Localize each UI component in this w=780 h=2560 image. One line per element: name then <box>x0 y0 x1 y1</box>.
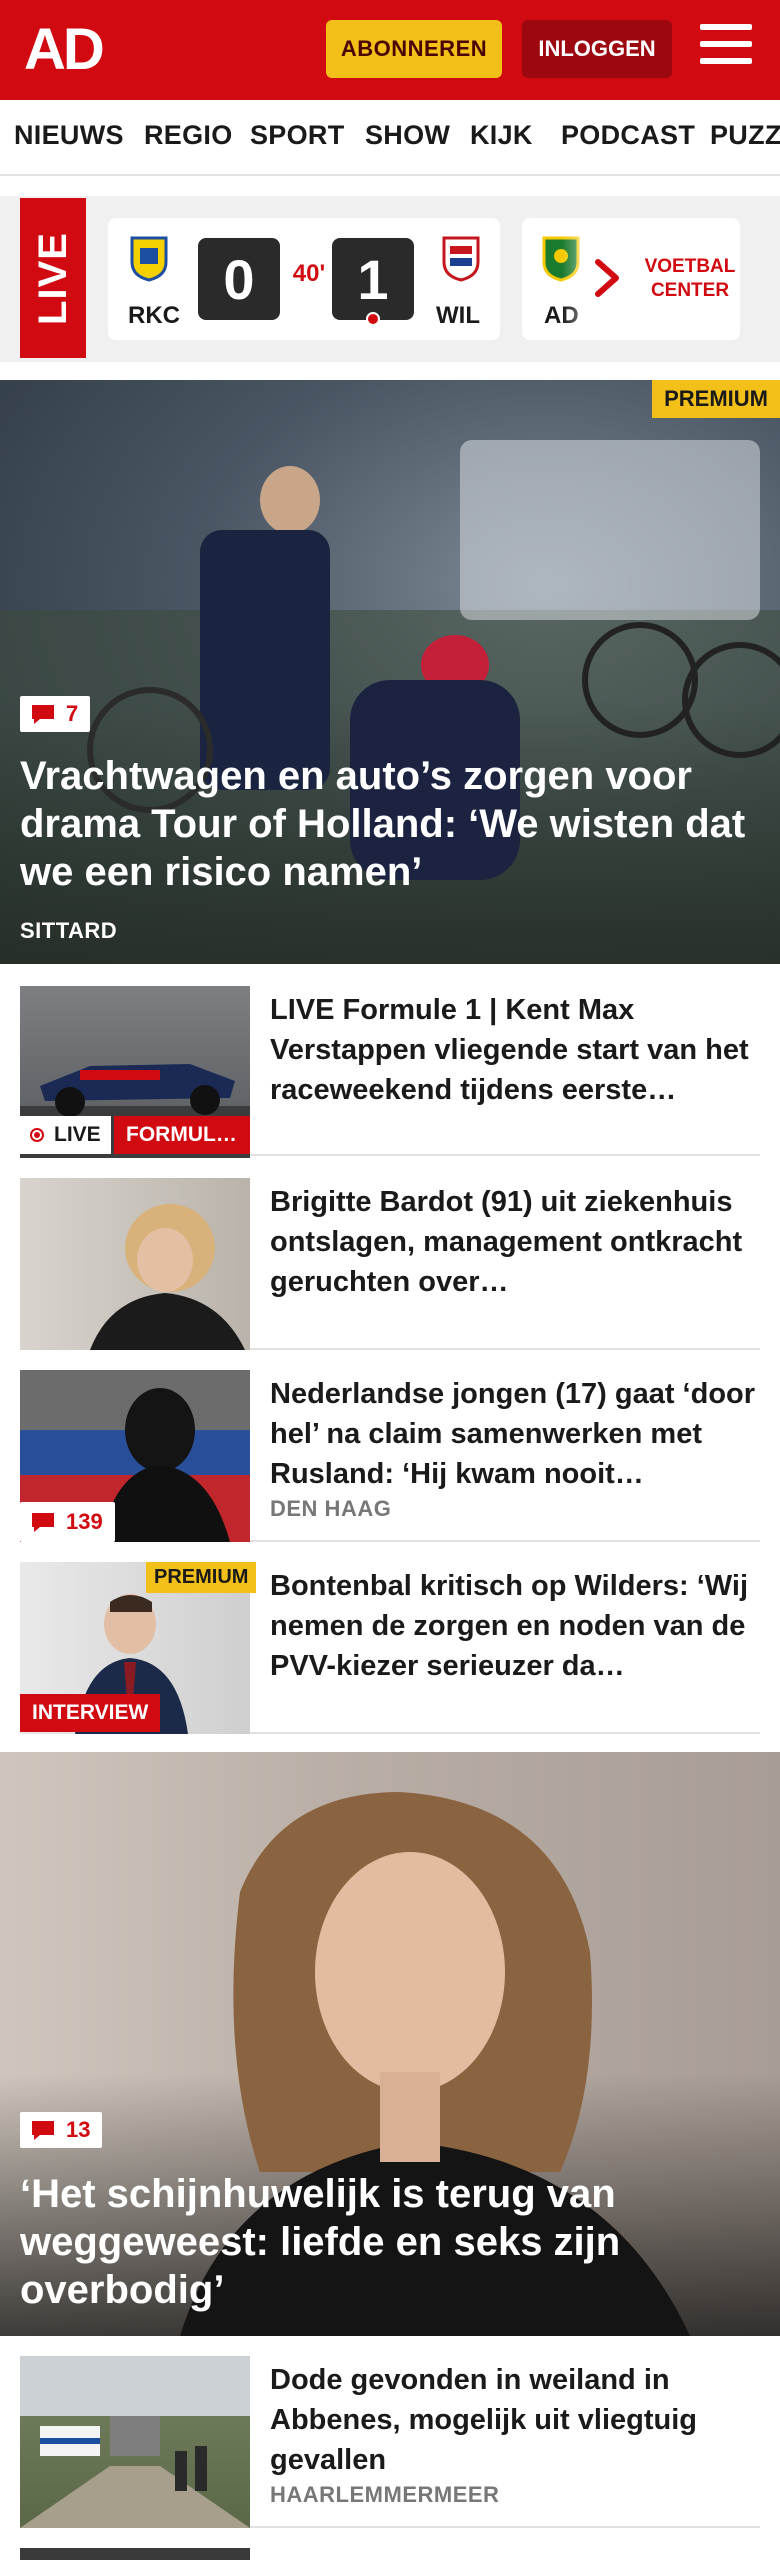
live-badge: LIVE <box>20 1116 111 1154</box>
article-title[interactable]: Dode gevonden in weiland in Abbenes, mog… <box>270 2360 760 2480</box>
comment-count: 7 <box>20 696 91 732</box>
list-item-next-partial[interactable] <box>20 2548 760 2560</box>
section-nav: NIEUWS REGIO SPORT SHOW KIJK PODCAST PUZ… <box>0 100 780 176</box>
comment-count: 13 <box>20 2112 103 2148</box>
list-item-bardot[interactable]: Brigitte Bardot (91) uit ziekenhuis onts… <box>20 1178 760 1350</box>
bardot-portrait-image <box>90 1204 245 1350</box>
nav-item-sport[interactable]: SPORT <box>250 120 345 151</box>
voetbal-center-button[interactable]: VOETBAL CENTER <box>640 218 740 340</box>
nav-item-puzzel[interactable]: PUZZ <box>710 120 780 151</box>
article-location: DEN HAAG <box>270 1496 392 1521</box>
list-item-rusland[interactable]: 139 Nederlandse jongen (17) gaat ‘door h… <box>20 1370 760 1542</box>
live-scores-strip: LIVE RKC 0 40' 1 WIL AD VOETBAL CENTER <box>0 196 780 362</box>
thumb-abbenes <box>20 2356 250 2528</box>
hero-title[interactable]: ‘Het schijnhuwelijk is terug van weggewe… <box>20 2170 760 2314</box>
subscribe-button[interactable]: ABONNEREN <box>326 20 502 78</box>
premium-badge: PREMIUM <box>652 380 780 418</box>
list-item-bontenbal[interactable]: PREMIUM INTERVIEW Bontenbal kritisch op … <box>20 1562 760 1734</box>
thumb-next <box>20 2548 250 2560</box>
chevron-right-icon[interactable] <box>588 256 628 300</box>
nav-item-kijk[interactable]: KIJK <box>470 120 533 151</box>
match-minute: 40' <box>292 260 326 287</box>
list-item-abbenes[interactable]: Dode gevonden in weiland in Abbenes, mog… <box>20 2356 760 2528</box>
menu-icon[interactable] <box>700 24 752 72</box>
hero-title[interactable]: Vrachtwagen en auto’s zorgen voor drama … <box>20 752 760 896</box>
goal-indicator <box>366 312 380 326</box>
comment-icon <box>32 1513 54 1532</box>
comment-count: 139 <box>20 1502 115 1542</box>
ad-logo[interactable]: AD <box>24 20 105 80</box>
police-scene-image <box>20 2416 250 2528</box>
nav-item-podcast[interactable]: PODCAST <box>561 120 695 151</box>
top-bar: AD ABONNEREN INLOGGEN <box>0 0 780 100</box>
rkc-crest-icon <box>130 236 168 282</box>
home-team: RKC <box>128 302 180 329</box>
willem-ii-crest-icon <box>442 236 480 282</box>
hero-article-tour-of-holland[interactable]: PREMIUM 7 Vrachtwagen en auto’s zorgen v… <box>0 380 780 964</box>
article-title[interactable]: Brigitte Bardot (91) uit ziekenhuis onts… <box>270 1182 760 1302</box>
list-item-formule-1[interactable]: LIVE FORMUL… LIVE Formule 1 | Kent Max V… <box>20 986 760 1158</box>
login-button[interactable]: INLOGGEN <box>522 20 672 78</box>
away-team: WIL <box>436 302 480 329</box>
away-score: 1 <box>332 238 414 320</box>
home-score: 0 <box>198 238 280 320</box>
nav-item-nieuws[interactable]: NIEUWS <box>14 120 124 151</box>
hero-article-schijnhuwelijk[interactable]: 13 ‘Het schijnhuwelijk is terug van wegg… <box>0 1752 780 2336</box>
article-title[interactable]: Nederlandse jongen (17) gaat ‘door hel’ … <box>270 1374 760 1494</box>
nav-item-regio[interactable]: REGIO <box>144 120 233 151</box>
article-location: HAARLEMMERMEER <box>270 2482 500 2507</box>
article-title[interactable]: Bontenbal kritisch op Wilders: ‘Wij neme… <box>270 1566 760 1686</box>
match-card[interactable]: RKC 0 40' 1 WIL <box>108 218 500 340</box>
article-title[interactable]: LIVE Formule 1 | Kent Max Verstappen vli… <box>270 990 760 1110</box>
comment-icon <box>32 2121 54 2140</box>
hero-location: SITTARD <box>20 918 118 943</box>
live-tag: LIVE <box>20 198 86 358</box>
premium-badge: PREMIUM <box>146 1562 257 1593</box>
comment-icon <box>32 705 54 724</box>
category-badge: FORMUL… <box>114 1116 250 1154</box>
thumb-bardot <box>20 1178 250 1350</box>
nav-item-show[interactable]: SHOW <box>365 120 450 151</box>
category-badge: INTERVIEW <box>20 1694 161 1732</box>
